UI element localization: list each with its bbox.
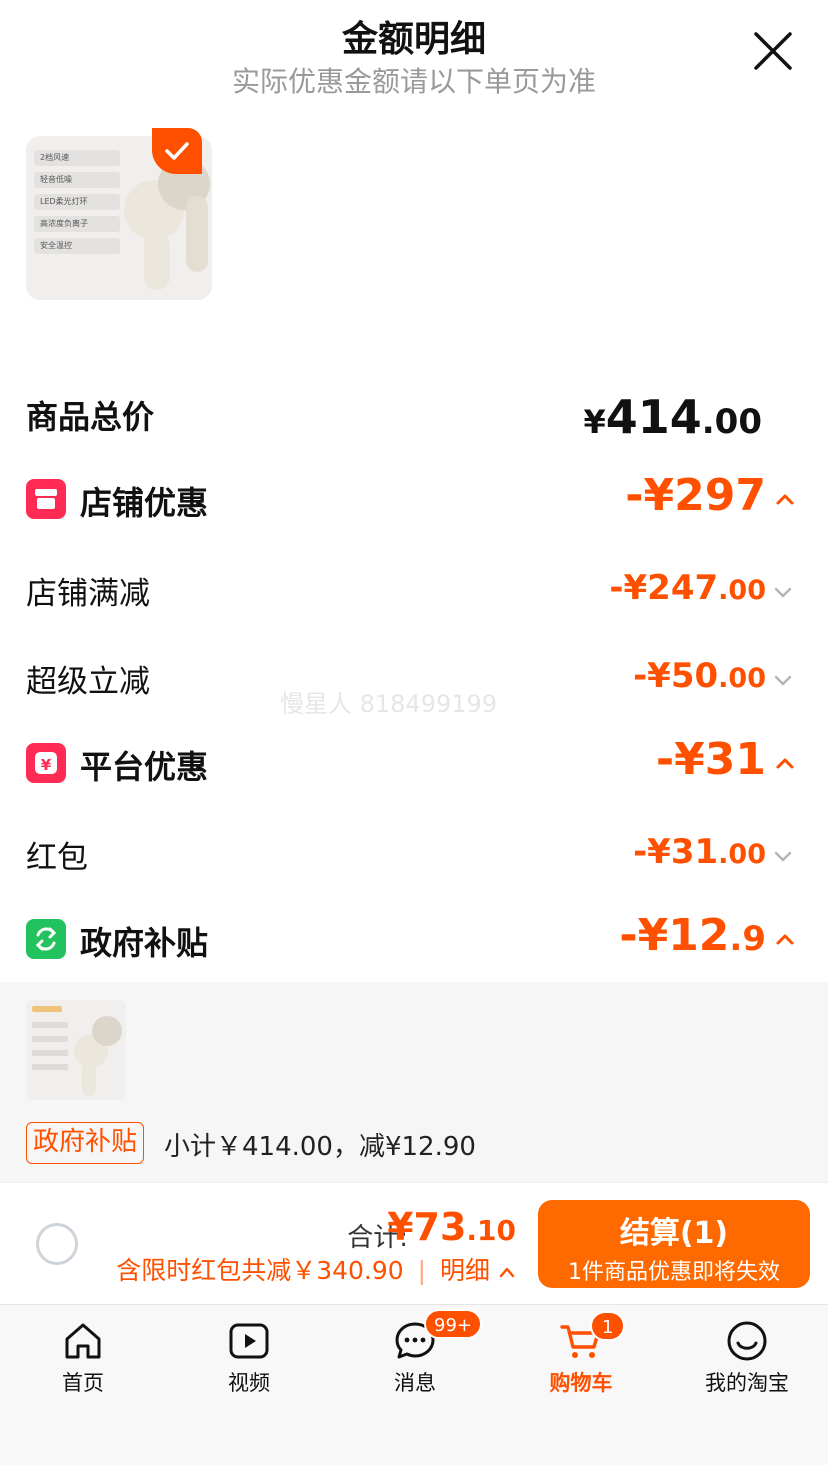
platform-discount-label: 平台优惠 — [80, 748, 209, 786]
dryer-graphic — [186, 196, 208, 272]
government-subsidy-amount: -¥12.9 — [619, 910, 766, 961]
amount-integer: -¥12 — [619, 910, 730, 961]
shop-discount-label: 店铺优惠 — [80, 484, 209, 522]
super-reduce-label: 超级立减 — [26, 664, 150, 700]
red-packet-label: 红包 — [26, 840, 88, 876]
home-icon — [65, 1323, 101, 1359]
dryer-graphic — [92, 1016, 122, 1046]
chevron-up-icon[interactable] — [774, 752, 796, 774]
feature-line — [32, 1022, 68, 1028]
shop-full-reduce-label: 店铺满减 — [26, 576, 150, 612]
header: 金额明细 实际优惠金额请以下单页为准 — [0, 0, 828, 110]
feature-label: 安全温控 — [34, 238, 120, 254]
tab-label: 视频 — [228, 1371, 270, 1395]
checkout-button-label: 结算(1) — [619, 1216, 729, 1251]
amount-decimal: .10 — [466, 1214, 516, 1247]
shop-full-reduce-amount: -¥247.00 — [609, 568, 766, 608]
tab-messages[interactable]: 99+ 消息 — [332, 1305, 498, 1415]
divider: | — [417, 1256, 427, 1285]
dryer-graphic — [82, 1062, 96, 1096]
watermark: 慢星人 818499199 — [280, 690, 498, 718]
selected-check-icon[interactable] — [152, 128, 202, 174]
chevron-up-icon — [499, 1267, 515, 1278]
shop-discount-amount: -¥297 — [625, 470, 766, 521]
thumbnail-tag — [32, 1006, 62, 1012]
amount-decimal: .00 — [718, 663, 766, 694]
government-subsidy-section[interactable]: 政府补贴 -¥12.9 — [0, 910, 828, 968]
page-subtitle: 实际优惠金额请以下单页为准 — [231, 65, 596, 98]
tab-label: 我的淘宝 — [705, 1371, 789, 1395]
shop-icon — [26, 479, 66, 519]
feature-label: 轻音低噪 — [34, 172, 120, 188]
chevron-down-icon[interactable] — [772, 846, 794, 868]
feature-label: 高浓度负离子 — [34, 216, 120, 232]
total-amount: ¥73.10 — [387, 1205, 516, 1249]
amount-integer: ¥73 — [387, 1205, 467, 1249]
government-subsidy-tag: 政府补贴 — [26, 1122, 145, 1164]
checkout-bar: 合计: ¥73.10 含限时红包共减￥340.90 | 明细 结算(1) 1件商… — [0, 1182, 828, 1304]
amount-decimal: .9 — [729, 919, 766, 959]
product-thumbnail[interactable] — [26, 1000, 126, 1100]
amount-integer: -¥50 — [633, 656, 719, 696]
shop-full-reduce-row[interactable]: 店铺满减 -¥247.00 — [0, 566, 828, 616]
amount-integer: 414 — [605, 390, 702, 444]
government-subsidy-icon — [26, 919, 66, 959]
government-subsidy-label: 政府补贴 — [80, 924, 209, 962]
video-icon — [229, 1323, 269, 1359]
feature-line — [32, 1036, 68, 1042]
super-reduce-amount: -¥50.00 — [633, 656, 766, 696]
checkout-button-sublabel: 1件商品优惠即将失效 — [568, 1260, 780, 1285]
dryer-graphic — [144, 232, 170, 290]
tab-label: 购物车 — [549, 1371, 613, 1395]
amount-integer: -¥247 — [609, 568, 719, 608]
government-subtotal-text: 小计￥414.00，减¥12.90 — [164, 1132, 476, 1162]
chevron-down-icon[interactable] — [772, 582, 794, 604]
smile-icon — [727, 1321, 767, 1361]
total-price-amount: ¥414.00 — [583, 390, 762, 444]
chevron-up-icon[interactable] — [774, 928, 796, 950]
tab-cart[interactable]: 1 购物车 — [498, 1305, 664, 1415]
cart-badge: 1 — [590, 1311, 626, 1341]
amount-decimal: .00 — [718, 575, 766, 606]
select-all-radio[interactable] — [36, 1223, 78, 1265]
checkout-button[interactable]: 结算(1) 1件商品优惠即将失效 — [538, 1200, 810, 1288]
tab-home[interactable]: 首页 — [0, 1305, 166, 1415]
platform-discount-amount: -¥31 — [655, 734, 766, 785]
red-packet-row[interactable]: 红包 -¥31.00 — [0, 830, 828, 880]
feature-label: 2档风速 — [34, 150, 120, 166]
tab-label: 消息 — [394, 1371, 436, 1395]
tab-my-taobao[interactable]: 我的淘宝 — [664, 1305, 828, 1415]
platform-discount-section[interactable]: ¥ 平台优惠 -¥31 — [0, 734, 828, 792]
amount-decimal: .00 — [701, 402, 762, 442]
chevron-down-icon[interactable] — [772, 670, 794, 692]
total-price-row: 商品总价 ¥414.00 — [0, 388, 828, 448]
feature-label: LED柔光灯环 — [34, 194, 120, 210]
feature-line — [32, 1050, 68, 1056]
close-icon[interactable] — [752, 30, 794, 72]
tab-label: 首页 — [62, 1371, 104, 1395]
amount-integer: -¥31 — [633, 832, 719, 872]
feature-line — [32, 1064, 68, 1070]
platform-icon: ¥ — [26, 743, 66, 783]
discount-text: 含限时红包共减￥340.90 — [116, 1256, 404, 1285]
amount-decimal: .00 — [718, 839, 766, 870]
detail-link[interactable]: 明细 — [440, 1256, 490, 1285]
shop-discount-section[interactable]: 店铺优惠 -¥297 — [0, 470, 828, 528]
total-price-label: 商品总价 — [26, 398, 155, 436]
red-packet-amount: -¥31.00 — [633, 832, 766, 872]
currency-symbol: ¥ — [583, 403, 606, 441]
government-subsidy-detail: 政府补贴 小计￥414.00，减¥12.90 — [0, 982, 828, 1182]
svg-text:¥: ¥ — [41, 756, 52, 774]
chevron-up-icon[interactable] — [774, 488, 796, 510]
page-title: 金额明细 — [341, 19, 486, 60]
message-badge: 99+ — [424, 1309, 482, 1339]
bottom-tab-bar: 首页 视频 99+ 消息 1 购物车 我的淘宝 — [0, 1304, 828, 1465]
discount-summary[interactable]: 含限时红包共减￥340.90 | 明细 — [116, 1251, 516, 1287]
tab-video[interactable]: 视频 — [166, 1305, 332, 1415]
